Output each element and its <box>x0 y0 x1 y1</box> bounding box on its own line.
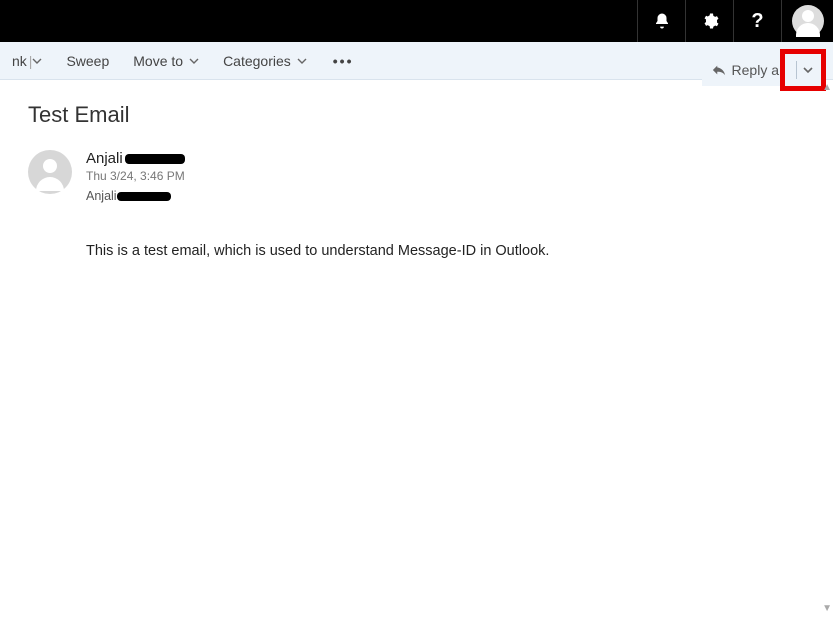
recipients-line: Anjali <box>86 189 805 203</box>
move-to-dropdown[interactable]: Move to <box>121 53 211 69</box>
sweep-label: Sweep <box>66 53 109 69</box>
settings-button[interactable] <box>685 0 733 42</box>
divider <box>796 61 797 79</box>
reply-options-dropdown[interactable] <box>787 54 821 86</box>
more-actions-button[interactable]: ••• <box>319 53 368 69</box>
sender-avatar[interactable] <box>28 150 72 194</box>
message-header: Anjali Thu 3/24, 3:46 PM Anjali <box>28 150 805 203</box>
notifications-button[interactable] <box>637 0 685 42</box>
redacted-text <box>117 192 171 201</box>
categories-label: Categories <box>223 53 291 69</box>
reply-label: Reply a <box>732 62 779 78</box>
reply-controls: Reply a <box>702 54 821 86</box>
gear-icon <box>701 12 719 30</box>
email-subject: Test Email <box>28 102 805 128</box>
account-button[interactable] <box>781 0 833 42</box>
chevron-down-icon <box>803 65 813 75</box>
user-avatar-icon <box>792 5 824 37</box>
categories-dropdown[interactable]: Categories <box>211 53 319 69</box>
reply-all-button[interactable]: Reply a <box>702 54 787 86</box>
email-body: This is a test email, which is used to u… <box>86 243 805 259</box>
ellipsis-icon: ••• <box>333 53 354 69</box>
chevron-down-icon <box>189 56 199 66</box>
chevron-down-icon <box>297 56 307 66</box>
move-to-label: Move to <box>133 53 183 69</box>
recipient-name: Anjali <box>86 189 117 203</box>
bell-icon <box>653 12 671 30</box>
top-app-bar: ? <box>0 0 833 42</box>
toolbar-left-group: nk | Sweep Move to Categories ••• <box>0 53 756 69</box>
email-timestamp: Thu 3/24, 3:46 PM <box>86 169 805 183</box>
scroll-up-arrow[interactable]: ▲ <box>822 82 832 93</box>
redacted-text <box>125 154 185 164</box>
reply-all-icon <box>712 63 726 77</box>
sender-line: Anjali <box>86 150 805 167</box>
junk-dropdown[interactable]: nk | <box>0 53 54 69</box>
scroll-down-arrow[interactable]: ▼ <box>822 603 832 614</box>
email-reading-pane: Test Email Anjali Thu 3/24, 3:46 PM Anja… <box>0 80 833 281</box>
help-icon: ? <box>751 10 763 33</box>
message-meta: Anjali Thu 3/24, 3:46 PM Anjali <box>86 150 805 203</box>
junk-label: nk <box>12 53 27 69</box>
chevron-down-icon <box>32 56 42 66</box>
sender-name: Anjali <box>86 150 123 167</box>
sweep-button[interactable]: Sweep <box>54 53 121 69</box>
help-button[interactable]: ? <box>733 0 781 42</box>
